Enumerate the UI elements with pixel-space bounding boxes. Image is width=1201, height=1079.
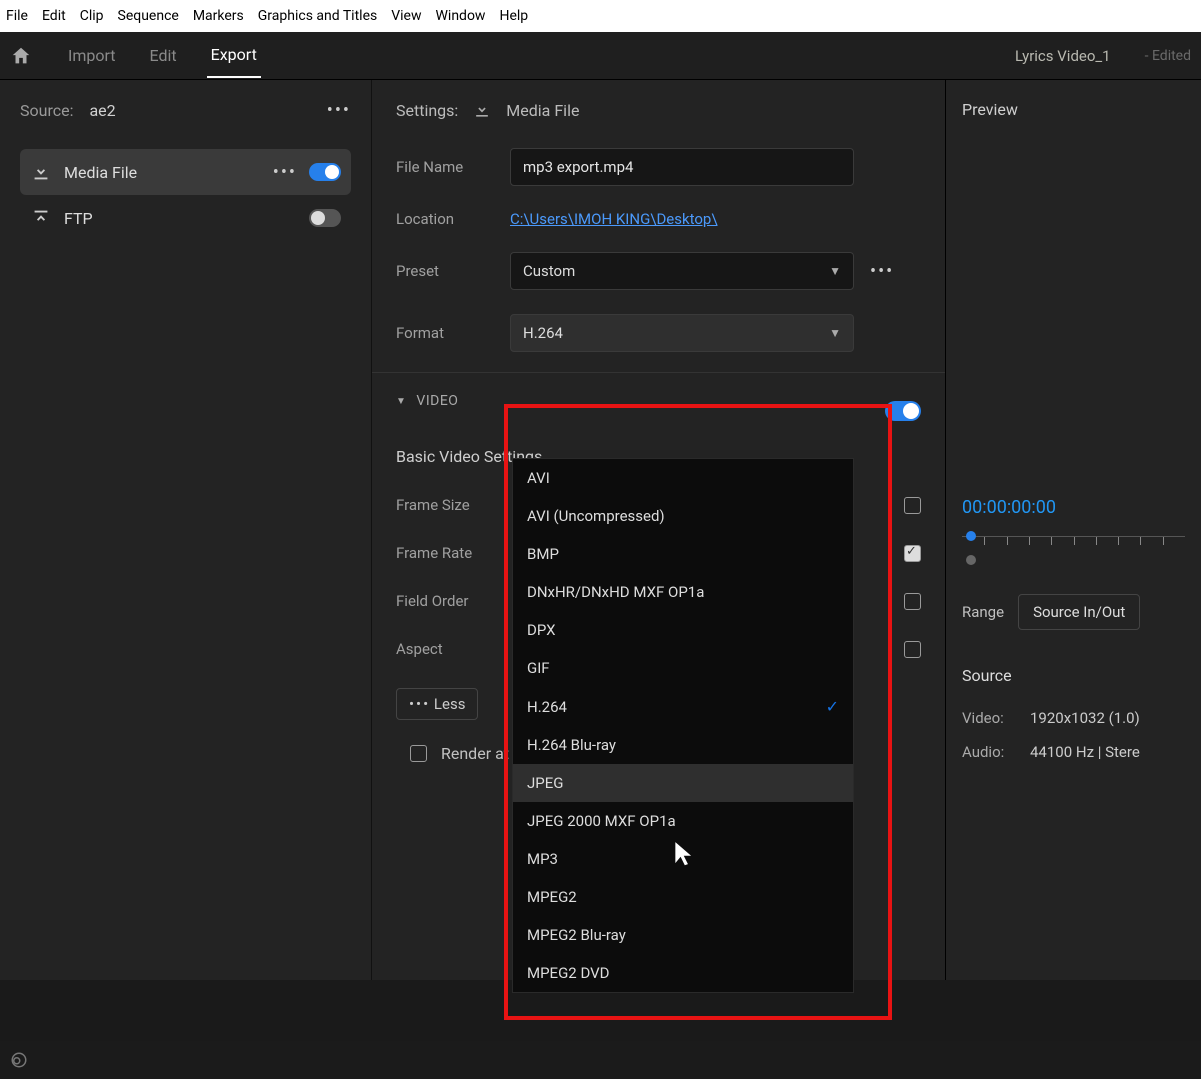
format-value: H.264	[523, 324, 563, 342]
chevron-down-icon: ▼	[829, 326, 841, 340]
tab-import[interactable]: Import	[64, 34, 120, 77]
menu-file[interactable]: File	[6, 8, 28, 24]
chevron-down-icon[interactable]: ▼	[396, 396, 406, 407]
format-option[interactable]: AVI (Uncompressed)	[513, 497, 853, 535]
menu-edit[interactable]: Edit	[42, 8, 66, 24]
aspect-label: Aspect	[396, 640, 443, 658]
preset-label: Preset	[396, 262, 510, 280]
frame-size-checkbox[interactable]	[904, 497, 921, 514]
chevron-down-icon: ▼	[829, 264, 841, 278]
format-option[interactable]: GIF	[513, 649, 853, 687]
preview-thumbnail	[962, 147, 1185, 497]
preset-value: Custom	[523, 262, 575, 280]
format-dropdown[interactable]: AVIAVI (Uncompressed)BMPDNxHR/DNxHD MXF …	[512, 458, 854, 993]
settings-panel: Settings: Media File File Name Location …	[372, 80, 946, 980]
location-link[interactable]: C:\Users\IMOH KING\Desktop\	[510, 210, 718, 228]
document-title: Lyrics Video_1	[1015, 47, 1111, 65]
download-icon	[472, 100, 492, 120]
ftp-toggle[interactable]	[309, 209, 341, 227]
upload-icon	[30, 207, 52, 229]
less-button[interactable]: ••• Less	[396, 688, 478, 720]
status-bar	[0, 1041, 1201, 1079]
frame-rate-checkbox[interactable]	[904, 545, 921, 562]
source-options-icon[interactable]: •••	[327, 100, 351, 121]
format-option[interactable]: MP3	[513, 840, 853, 878]
preview-label: Preview	[962, 100, 1185, 119]
format-label: Format	[396, 324, 510, 342]
source-label: Source:	[20, 101, 73, 120]
timecode: 00:00:00:00	[962, 497, 1185, 518]
settings-mediafile-label: Media File	[506, 101, 579, 120]
media-file-options-icon[interactable]: •••	[273, 162, 297, 183]
aspect-checkbox[interactable]	[904, 641, 921, 658]
menu-window[interactable]: Window	[436, 8, 486, 24]
format-option[interactable]: H.264✓	[513, 687, 853, 726]
menu-clip[interactable]: Clip	[80, 8, 104, 24]
menu-markers[interactable]: Markers	[193, 8, 244, 24]
top-tabbar: Import Edit Export Lyrics Video_1 - Edit…	[0, 32, 1201, 80]
media-file-toggle[interactable]	[309, 163, 341, 181]
video-section-toggle[interactable]	[885, 401, 921, 421]
document-status: - Edited	[1145, 48, 1191, 64]
source-section-label: Source	[962, 666, 1185, 685]
source-audio-value: 44100 Hz | Stere	[1030, 743, 1140, 761]
source-video-value: 1920x1032 (1.0)	[1030, 709, 1140, 727]
frame-size-label: Frame Size	[396, 496, 470, 514]
format-select[interactable]: H.264 ▼	[510, 314, 854, 352]
field-order-label: Field Order	[396, 592, 468, 610]
download-icon	[30, 161, 52, 183]
destination-label: FTP	[64, 209, 297, 228]
source-audio-label: Audio:	[962, 743, 1016, 761]
format-option[interactable]: DNxHR/DNxHD MXF OP1a	[513, 573, 853, 611]
menu-graphics[interactable]: Graphics and Titles	[258, 8, 377, 24]
frame-rate-label: Frame Rate	[396, 544, 472, 562]
format-option[interactable]: H.264 Blu-ray	[513, 726, 853, 764]
tab-edit[interactable]: Edit	[146, 34, 181, 77]
location-label: Location	[396, 210, 510, 228]
video-section-label: VIDEO	[416, 393, 458, 409]
home-icon[interactable]	[10, 45, 32, 67]
range-select[interactable]: Source In/Out	[1018, 594, 1140, 630]
render-max-checkbox[interactable]	[410, 745, 427, 762]
format-option[interactable]: JPEG 2000 MXF OP1a	[513, 802, 853, 840]
format-option[interactable]: MPEG2 Blu-ray	[513, 916, 853, 954]
check-icon: ✓	[826, 697, 839, 716]
source-video-label: Video:	[962, 709, 1016, 727]
format-option[interactable]: DPX	[513, 611, 853, 649]
timeline-ruler[interactable]	[962, 536, 1185, 572]
format-option[interactable]: BMP	[513, 535, 853, 573]
menu-sequence[interactable]: Sequence	[118, 8, 179, 24]
destination-label: Media File	[64, 163, 261, 182]
format-option[interactable]: JPEG	[513, 764, 853, 802]
preset-options-icon[interactable]: •••	[870, 261, 894, 282]
format-option[interactable]: AVI	[513, 459, 853, 497]
preview-panel: Preview 00:00:00:00 Range Source In/Out …	[946, 80, 1201, 980]
filename-label: File Name	[396, 158, 510, 176]
preset-select[interactable]: Custom ▼	[510, 252, 854, 290]
source-value: ae2	[89, 101, 310, 120]
creative-cloud-icon[interactable]	[10, 1051, 28, 1069]
format-option[interactable]: MPEG2 DVD	[513, 954, 853, 992]
filename-input[interactable]	[510, 148, 854, 186]
menubar: File Edit Clip Sequence Markers Graphics…	[0, 0, 1201, 32]
settings-label: Settings:	[396, 101, 458, 120]
destination-ftp[interactable]: FTP	[20, 195, 351, 241]
destination-media-file[interactable]: Media File •••	[20, 149, 351, 195]
tab-export[interactable]: Export	[207, 33, 261, 78]
menu-view[interactable]: View	[391, 8, 421, 24]
source-panel: Source: ae2 ••• Media File ••• FTP	[0, 80, 372, 980]
format-option[interactable]: MPEG2	[513, 878, 853, 916]
menu-help[interactable]: Help	[499, 8, 528, 24]
range-label: Range	[962, 603, 1004, 621]
field-order-checkbox[interactable]	[904, 593, 921, 610]
